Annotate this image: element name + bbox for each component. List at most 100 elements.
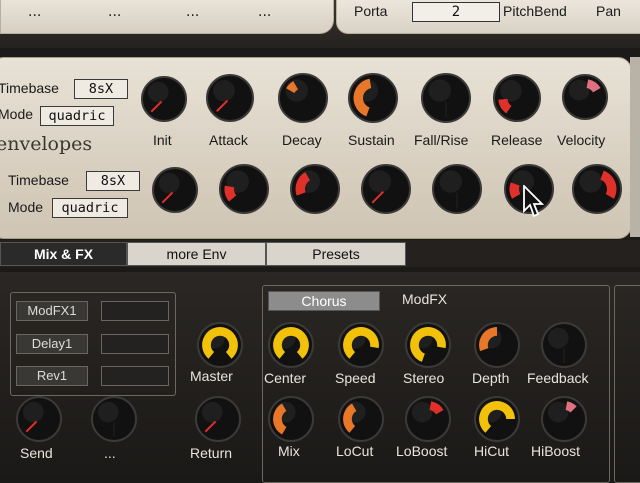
pan-label: Pan: [596, 3, 621, 19]
slot-delay1-label[interactable]: Delay1: [16, 334, 88, 354]
dots-label-3: ...: [186, 4, 200, 20]
return-label: Return: [190, 445, 233, 461]
dots-label-4: ...: [258, 4, 272, 20]
knob-graphic: [541, 396, 587, 442]
mix-knob[interactable]: [268, 396, 314, 442]
release-knob-1[interactable]: [493, 74, 541, 122]
speed-knob[interactable]: [338, 322, 384, 368]
timebase-field-2[interactable]: 8sX: [86, 171, 140, 191]
slot-delay1-field[interactable]: [101, 334, 169, 354]
hiboost-knob[interactable]: [541, 396, 587, 442]
pitchbend-label: PitchBend: [503, 3, 567, 19]
timebase-label-1: Timebase: [0, 80, 59, 96]
slot-modfx1-label[interactable]: ModFX1: [16, 301, 88, 321]
init-knob-2[interactable]: [152, 167, 198, 213]
velocity-knob-1[interactable]: [562, 74, 608, 120]
loboost-knob[interactable]: [405, 396, 451, 442]
timebase-field-1[interactable]: 8sX: [74, 79, 128, 99]
init-knob-1[interactable]: [141, 76, 187, 122]
center-knob[interactable]: [268, 322, 314, 368]
mode-label-1: Mode: [0, 106, 34, 122]
knob-graphic: [493, 74, 541, 122]
mode-field-2[interactable]: quadric: [52, 198, 128, 218]
knob-graphic: [141, 76, 187, 122]
mouse-pointer-icon: [523, 183, 545, 223]
depth-label: Depth: [472, 370, 510, 386]
mode-field-1[interactable]: quadric: [40, 106, 114, 126]
porta-label: Porta: [354, 3, 388, 19]
sustain-knob-2[interactable]: [361, 164, 411, 214]
knob-graphic: [91, 396, 137, 442]
tab-mix-fx[interactable]: Mix & FX: [0, 242, 127, 266]
loboost-label: LoBoost: [396, 443, 448, 459]
feedback-label: Feedback: [527, 370, 589, 386]
sustain-knob-1[interactable]: [348, 73, 398, 123]
knob-graphic: [405, 396, 451, 442]
knob-graphic: [16, 396, 62, 442]
send-dots-label: ...: [104, 445, 116, 461]
master-knob[interactable]: [197, 322, 243, 368]
decay-knob-1[interactable]: [278, 73, 328, 123]
knob-graphic: [541, 322, 587, 368]
dots-label-1: ...: [28, 4, 42, 20]
dots-label-2: ...: [108, 4, 122, 20]
fallrise-knob-1[interactable]: [421, 73, 471, 123]
modfx-label: ModFX: [402, 291, 448, 307]
timebase-label-2: Timebase: [8, 172, 69, 188]
knob-label-release: Release: [491, 132, 543, 148]
slot-modfx1-field[interactable]: [101, 301, 169, 321]
stereo-knob[interactable]: [405, 322, 451, 368]
slot-rev1-label[interactable]: Rev1: [16, 366, 88, 386]
locut-knob[interactable]: [338, 396, 384, 442]
knob-graphic: [219, 164, 269, 214]
center-label: Center: [264, 370, 307, 386]
knob-graphic: [405, 322, 451, 368]
chorus-button[interactable]: Chorus: [268, 291, 380, 311]
knob-label-velocity: Velocity: [557, 132, 606, 148]
decay-knob-2[interactable]: [290, 164, 340, 214]
hicut-knob[interactable]: [474, 396, 520, 442]
knob-graphic: [152, 167, 198, 213]
knob-graphic: [268, 396, 314, 442]
knob-graphic: [338, 322, 384, 368]
knob-label-fallrise: Fall/Rise: [414, 132, 469, 148]
knob-graphic: [268, 322, 314, 368]
top-left-panel: [0, 0, 334, 34]
stereo-label: Stereo: [403, 370, 445, 386]
knob-label-init: Init: [153, 132, 172, 148]
envelopes-title: envelopes: [0, 133, 93, 155]
knob-graphic: [421, 73, 471, 123]
tab-presets[interactable]: Presets: [266, 242, 406, 266]
knob-graphic: [278, 73, 328, 123]
send-dots-knob[interactable]: [91, 396, 137, 442]
attack-knob-1[interactable]: [206, 74, 254, 122]
knob-graphic: [572, 164, 622, 214]
hicut-label: HiCut: [474, 443, 510, 459]
porta-value-field[interactable]: 2: [412, 2, 500, 22]
return-knob[interactable]: [195, 396, 241, 442]
slot-rev1-field[interactable]: [101, 366, 169, 386]
mix-label: Mix: [278, 443, 300, 459]
knob-graphic: [474, 322, 520, 368]
knob-label-sustain: Sustain: [348, 132, 395, 148]
fallrise-knob-2[interactable]: [432, 164, 482, 214]
send-knob[interactable]: [16, 396, 62, 442]
knob-graphic: [290, 164, 340, 214]
hiboost-label: HiBoost: [531, 443, 581, 459]
tab-more-env[interactable]: more Env: [127, 242, 266, 266]
feedback-knob[interactable]: [541, 322, 587, 368]
speed-label: Speed: [335, 370, 376, 386]
knob-graphic: [206, 74, 254, 122]
master-label: Master: [190, 368, 233, 384]
velocity-knob-2[interactable]: [572, 164, 622, 214]
knob-graphic: [562, 74, 608, 120]
locut-label: LoCut: [336, 443, 374, 459]
depth-knob[interactable]: [474, 322, 520, 368]
knob-label-attack: Attack: [209, 132, 248, 148]
attack-knob-2[interactable]: [219, 164, 269, 214]
right-frame-edge: [614, 285, 640, 483]
mode-label-2: Mode: [8, 199, 44, 215]
knob-graphic: [432, 164, 482, 214]
knob-graphic: [338, 396, 384, 442]
panel-edge: [630, 57, 640, 237]
